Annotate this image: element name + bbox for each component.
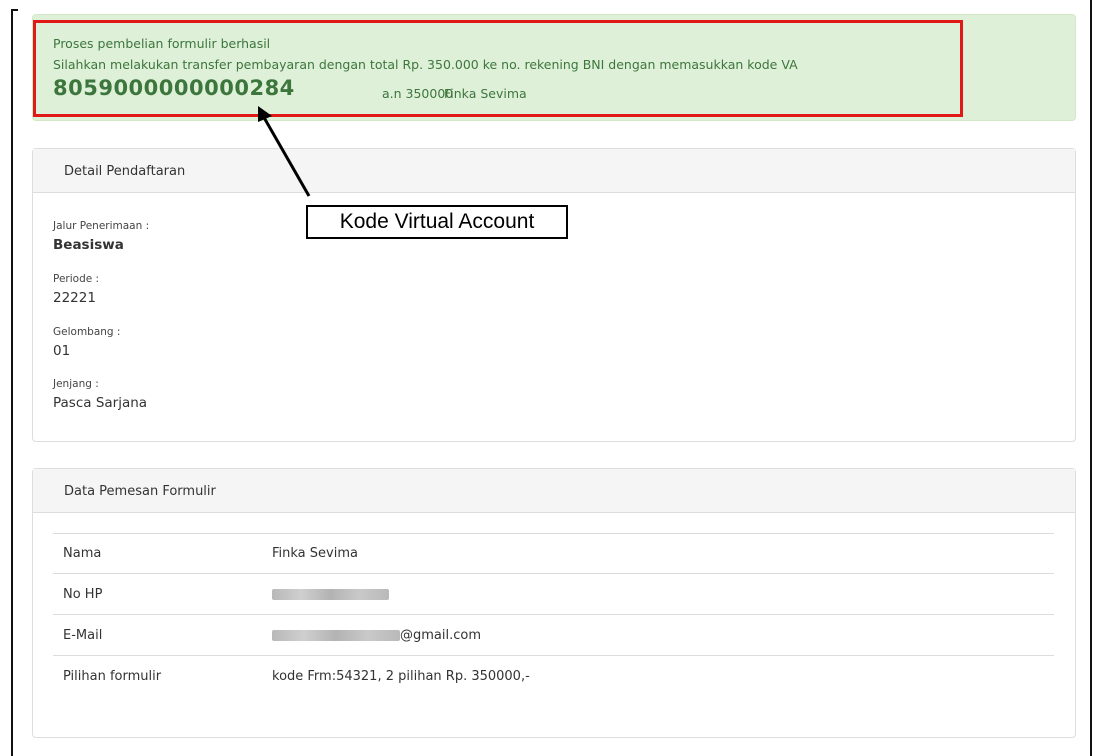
alert-success-message: Proses pembelian formulir berhasil [53,36,271,51]
value-jenjang: Pasca Sarjana [53,395,148,411]
label-jenjang: Jenjang : [53,378,99,390]
callout-kode-virtual-account: Kode Virtual Account [306,205,568,239]
virtual-account-an: a.n 350000 [382,86,454,101]
arrow-annotation-icon [258,106,311,197]
alert-transfer-instruction: Silahkan melakukan transfer pembayaran d… [53,57,798,72]
panel-heading-detail: Detail Pendaftaran [33,149,1075,193]
virtual-account-holder-name: Finka Sevima [444,86,527,101]
label-jalur-penerimaan: Jalur Penerimaan : [53,220,150,232]
label-gelombang: Gelombang : [53,326,121,338]
row-key-no-hp: No HP [63,587,103,602]
redacted-email-user [272,630,400,641]
row-key-pilihan-formulir: Pilihan formulir [63,669,162,684]
frame-border-left [11,9,13,756]
row-value-email-domain: @gmail.com [400,628,482,643]
table-rule [53,533,1054,534]
redacted-phone-number [272,589,389,600]
value-gelombang: 01 [53,343,71,359]
frame-border-right [1090,0,1092,756]
value-periode: 22221 [53,290,96,306]
panel-heading-pemesan: Data Pemesan Formulir [33,469,1075,513]
value-jalur-penerimaan: Beasiswa [53,237,124,253]
row-value-pilihan-formulir: kode Frm:54321, 2 pilihan Rp. 350000,- [272,669,530,684]
panel-title-detail: Detail Pendaftaran [64,164,186,179]
row-key-email: E-Mail [63,628,103,643]
table-rule [53,573,1054,574]
panel-detail-pendaftaran: Detail Pendaftaran [32,148,1076,442]
frame-border-top [11,9,18,11]
row-key-nama: Nama [63,546,102,561]
panel-data-pemesan: Data Pemesan Formulir [32,468,1076,738]
virtual-account-code: 8059000000000284 [53,76,295,100]
label-periode: Periode : [53,273,100,285]
table-rule [53,614,1054,615]
row-value-nama: Finka Sevima [272,546,358,561]
panel-title-pemesan: Data Pemesan Formulir [64,484,216,499]
table-rule [53,655,1054,656]
